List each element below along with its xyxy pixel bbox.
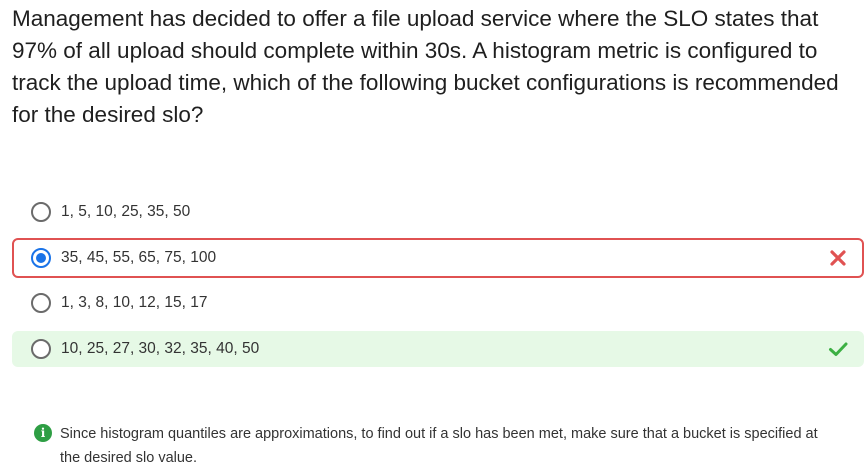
answer-option-1[interactable]: 1, 5, 10, 25, 35, 50 — [12, 194, 864, 230]
answer-option-4[interactable]: 10, 25, 27, 30, 32, 35, 40, 50 — [12, 331, 864, 367]
info-icon: i — [34, 424, 52, 442]
answer-option-label: 10, 25, 27, 30, 32, 35, 40, 50 — [61, 340, 260, 357]
answer-option-label: 1, 5, 10, 25, 35, 50 — [61, 203, 191, 220]
question-text: Management has decided to offer a file u… — [12, 6, 839, 127]
checkmark-icon — [829, 342, 848, 356]
answer-option-2[interactable]: 35, 45, 55, 65, 75, 100 — [12, 238, 864, 278]
close-icon — [830, 250, 846, 266]
answer-option-label: 1, 3, 8, 10, 12, 15, 17 — [61, 294, 208, 311]
explanation-text: Since histogram quantiles are approximat… — [60, 426, 818, 466]
answer-option-3[interactable]: 1, 3, 8, 10, 12, 15, 17 — [12, 285, 864, 321]
radio-button-selected[interactable] — [31, 248, 51, 268]
radio-button[interactable] — [31, 339, 51, 359]
answer-option-label: 35, 45, 55, 65, 75, 100 — [61, 249, 217, 266]
radio-button[interactable] — [31, 202, 51, 222]
radio-button[interactable] — [31, 293, 51, 313]
